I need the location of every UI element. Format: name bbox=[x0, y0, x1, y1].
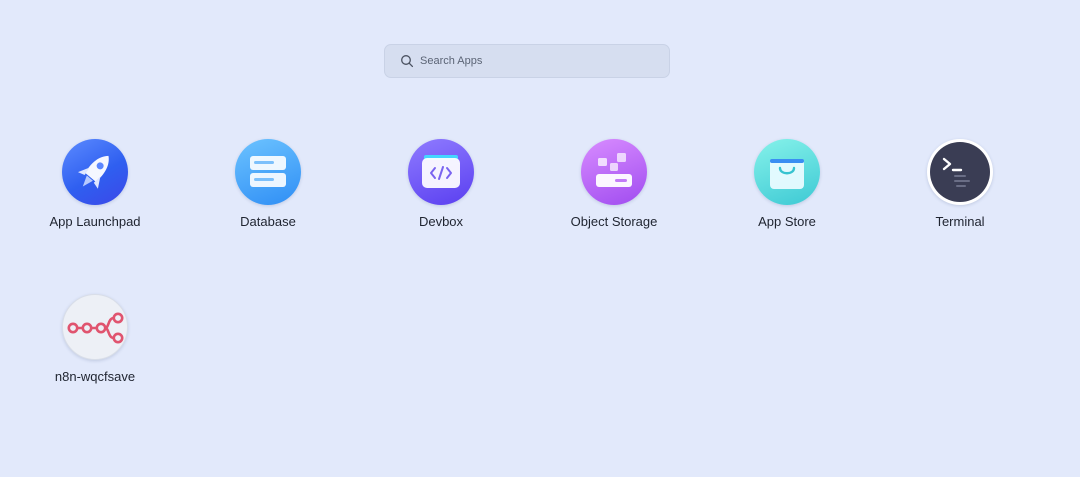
rocket-icon bbox=[62, 139, 128, 205]
app-terminal[interactable]: Terminal bbox=[885, 139, 1035, 229]
app-label: Object Storage bbox=[570, 214, 658, 229]
app-n8n-wqcfsave[interactable]: n8n-wqcfsave bbox=[20, 294, 170, 384]
app-label: Devbox bbox=[418, 214, 464, 229]
app-label: App Launchpad bbox=[49, 214, 141, 229]
n8n-workflow-icon bbox=[62, 294, 128, 360]
search-bar[interactable] bbox=[384, 44, 670, 78]
app-label: Database bbox=[240, 214, 296, 229]
app-devbox[interactable]: Devbox bbox=[366, 139, 516, 229]
object-storage-icon bbox=[581, 139, 647, 205]
app-app-store[interactable]: App Store bbox=[712, 139, 862, 229]
search-icon bbox=[401, 55, 414, 68]
shopping-bag-icon bbox=[754, 139, 820, 205]
app-label: Terminal bbox=[935, 214, 985, 229]
database-icon bbox=[235, 139, 301, 205]
app-database[interactable]: Database bbox=[193, 139, 343, 229]
app-label: App Store bbox=[758, 214, 816, 229]
terminal-icon bbox=[927, 139, 993, 205]
app-label: n8n-wqcfsave bbox=[54, 369, 136, 384]
app-object-storage[interactable]: Object Storage bbox=[539, 139, 689, 229]
app-launchpad[interactable]: App Launchpad bbox=[20, 139, 170, 229]
search-input[interactable] bbox=[420, 55, 650, 67]
code-folder-icon bbox=[408, 139, 474, 205]
